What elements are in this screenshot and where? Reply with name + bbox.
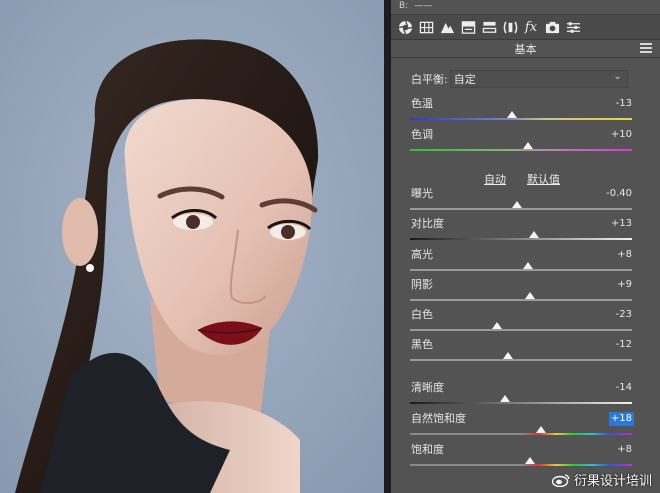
canvas-panel-divider: [384, 0, 391, 493]
contrast-value-field[interactable]: +13: [594, 217, 632, 231]
lens-icon[interactable]: [501, 18, 519, 36]
slider-row-whites: 白色 -23: [391, 307, 660, 337]
chevron-down-icon: ⌄: [613, 71, 622, 82]
panel-menu-icon[interactable]: [640, 43, 652, 53]
slider-row-exposure: 曝光 -0.40: [391, 186, 660, 216]
slider-row-shadows: 阴影 +9: [391, 277, 660, 307]
contrast-slider-thumb[interactable]: [529, 231, 540, 238]
contrast-label: 对比度: [411, 217, 444, 230]
saturation-slider-thumb[interactable]: [524, 457, 535, 464]
fx-label: fx: [524, 19, 538, 35]
vibrance-label: 自然饱和度: [411, 412, 466, 425]
basic-section-header: 基本: [391, 40, 660, 58]
watermark-text: 衍果设计培训: [573, 474, 652, 489]
exposure-slider-thumb[interactable]: [511, 201, 522, 208]
white-balance-label: 白平衡:: [411, 73, 448, 86]
whites-value-field[interactable]: -23: [594, 308, 632, 322]
blacks-slider-track[interactable]: [410, 359, 632, 361]
vibrance-slider-track[interactable]: [410, 433, 632, 435]
clarity-slider-track[interactable]: [410, 402, 632, 404]
white-balance-value: 自定: [453, 73, 476, 86]
mountain-icon[interactable]: [438, 18, 456, 36]
whites-label: 白色: [411, 308, 433, 321]
saturation-label: 饱和度: [411, 443, 444, 456]
saturation-slider-track[interactable]: [410, 464, 632, 466]
slider-row-temperature: 色温 -13: [391, 96, 660, 126]
tint-label: 色调: [411, 128, 433, 141]
slider-row-saturation: 饱和度 +8: [391, 442, 660, 472]
saturation-value-field[interactable]: +8: [594, 443, 632, 457]
highlights-label: 高光: [411, 248, 433, 261]
grid-icon[interactable]: [417, 18, 435, 36]
highlights-slider-track[interactable]: [410, 269, 632, 271]
white-balance-row: 白平衡: 自定 ⌄: [391, 68, 660, 90]
vibrance-slider-thumb[interactable]: [535, 426, 546, 433]
highlights-slider-thumb[interactable]: [522, 262, 533, 269]
rgb-readout: B: ——: [391, 0, 660, 14]
contrast-slider-track[interactable]: [410, 238, 632, 240]
auto-link[interactable]: 自动: [484, 171, 506, 187]
temperature-slider-track[interactable]: [410, 118, 632, 120]
readout-label: B:: [399, 1, 409, 11]
tint-slider-track[interactable]: [410, 149, 632, 151]
shadows-slider-thumb[interactable]: [524, 292, 535, 299]
section-title: 基本: [514, 42, 537, 56]
watermark: 衍果设计培训: [551, 470, 652, 489]
photo-preview: [0, 0, 384, 493]
tint-value-field[interactable]: +10: [594, 128, 632, 142]
detail-icon[interactable]: [480, 18, 498, 36]
slider-row-vibrance: 自然饱和度 +18: [391, 411, 660, 441]
blacks-value-field[interactable]: -12: [594, 338, 632, 352]
camera-icon[interactable]: [543, 18, 561, 36]
slider-row-clarity: 清晰度 -14: [391, 380, 660, 410]
camera-raw-panel: B: —— fx 基本 白平衡: 自定 ⌄ 自动 默认值 色温 -13 色调 +…: [391, 0, 660, 493]
white-balance-select[interactable]: 自定 ⌄: [449, 70, 628, 88]
panel-tab-bar: fx: [391, 14, 660, 40]
blacks-slider-thumb[interactable]: [502, 352, 513, 359]
default-link[interactable]: 默认值: [527, 171, 560, 187]
highlights-value-field[interactable]: +8: [594, 248, 632, 262]
portrait-image: [0, 0, 384, 493]
temperature-label: 色温: [411, 97, 433, 110]
split-tone-icon[interactable]: [459, 18, 477, 36]
temperature-slider-thumb[interactable]: [507, 111, 518, 118]
exposure-slider-track[interactable]: [410, 208, 632, 210]
tint-slider-thumb[interactable]: [522, 142, 533, 149]
fx-icon[interactable]: fx: [522, 18, 540, 36]
readout-value: ——: [414, 1, 433, 11]
whites-slider-track[interactable]: [410, 329, 632, 331]
shadows-slider-track[interactable]: [410, 299, 632, 301]
slider-row-tint: 色调 +10: [391, 127, 660, 157]
weibo-logo-icon: [551, 473, 570, 487]
slider-row-highlights: 高光 +8: [391, 247, 660, 277]
blacks-label: 黑色: [411, 338, 433, 351]
slider-row-blacks: 黑色 -12: [391, 337, 660, 367]
clarity-slider-thumb[interactable]: [500, 395, 511, 402]
shadows-value-field[interactable]: +9: [594, 278, 632, 292]
shadows-label: 阴影: [411, 278, 433, 291]
clarity-value-field[interactable]: -14: [594, 381, 632, 395]
aperture-icon[interactable]: [396, 18, 414, 36]
vibrance-value-field[interactable]: +18: [608, 412, 634, 426]
exposure-value-field[interactable]: -0.40: [594, 187, 632, 201]
slider-row-contrast: 对比度 +13: [391, 216, 660, 246]
exposure-label: 曝光: [411, 187, 433, 200]
whites-slider-thumb[interactable]: [491, 322, 502, 329]
sliders-icon[interactable]: [564, 18, 582, 36]
clarity-label: 清晰度: [411, 381, 444, 394]
temperature-value-field[interactable]: -13: [594, 97, 632, 111]
